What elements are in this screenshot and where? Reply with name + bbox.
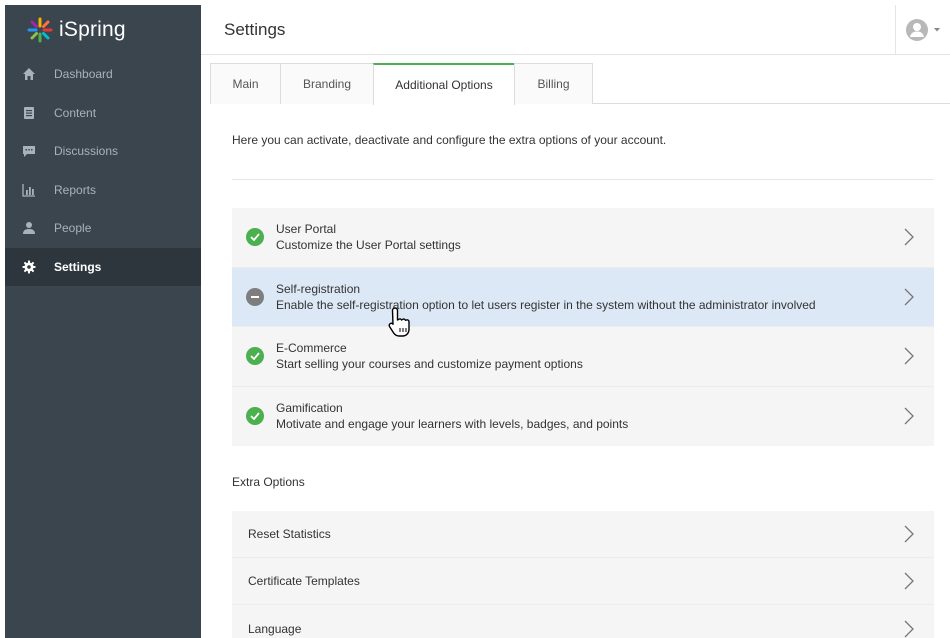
option-self-registration[interactable]: Self-registration Enable the self-regist… <box>232 267 934 327</box>
chevron-right-icon <box>904 525 914 543</box>
chevron-right-icon <box>904 572 914 590</box>
sidebar-item-reports[interactable]: Reports <box>5 171 201 210</box>
option-text: Gamification Motivate and engage your le… <box>276 400 934 432</box>
person-icon <box>22 221 36 235</box>
sidebar-item-label: Reports <box>54 182 97 197</box>
extra-language[interactable]: Language <box>232 605 934 638</box>
sidebar: iSpring Dashboard Content Discussions Re… <box>5 5 201 638</box>
intro-text: Here you can activate, deactivate and co… <box>232 133 667 147</box>
home-icon <box>22 67 36 81</box>
sidebar-item-label: Discussions <box>54 144 119 159</box>
disabled-minus-icon <box>246 287 264 306</box>
tab-branding[interactable]: Branding <box>280 63 374 104</box>
option-gamification[interactable]: Gamification Motivate and engage your le… <box>232 387 934 447</box>
extra-label: Certificate Templates <box>248 574 360 588</box>
sidebar-item-label: Content <box>54 105 97 120</box>
option-description: Enable the self-registration option to l… <box>276 297 816 312</box>
options-list: User Portal Customize the User Portal se… <box>232 208 934 446</box>
extra-certificate-templates[interactable]: Certificate Templates <box>232 558 934 605</box>
avatar-icon <box>906 19 928 41</box>
option-description: Customize the User Portal settings <box>276 238 461 253</box>
header: Settings <box>201 5 950 55</box>
user-menu[interactable] <box>895 5 950 55</box>
chevron-right-icon <box>904 288 914 306</box>
settings-tabs: Main Branding Additional Options Billing <box>210 63 950 105</box>
option-description: Start selling your courses and customize… <box>276 357 583 372</box>
sidebar-nav: Dashboard Content Discussions Reports Pe… <box>5 55 201 286</box>
tab-billing[interactable]: Billing <box>514 63 593 104</box>
enabled-check-icon <box>246 407 264 426</box>
extra-options-list: Reset Statistics Certificate Templates L… <box>232 511 934 638</box>
extra-label: Language <box>248 621 302 636</box>
extra-options-heading: Extra Options <box>232 475 305 489</box>
logo[interactable]: iSpring <box>5 5 201 55</box>
sidebar-item-content[interactable]: Content <box>5 94 201 133</box>
option-description: Motivate and engage your learners with l… <box>276 417 629 432</box>
option-text: Self-registration Enable the self-regist… <box>276 281 934 313</box>
page-title: Settings <box>224 19 286 39</box>
divider <box>232 179 934 180</box>
tab-main[interactable]: Main <box>210 63 281 104</box>
extra-reset-statistics[interactable]: Reset Statistics <box>232 511 934 558</box>
gear-icon <box>22 260 36 274</box>
option-title: User Portal <box>276 222 337 237</box>
chevron-right-icon <box>904 228 914 246</box>
option-e-commerce[interactable]: E-Commerce Start selling your courses an… <box>232 327 934 387</box>
sidebar-item-label: Dashboard <box>54 67 113 82</box>
caret-down-icon <box>934 28 940 32</box>
option-user-portal[interactable]: User Portal Customize the User Portal se… <box>232 208 934 268</box>
main-content: Here you can activate, deactivate and co… <box>232 104 934 638</box>
bar-chart-icon <box>22 183 36 197</box>
chat-icon <box>22 144 36 158</box>
document-icon <box>22 106 36 120</box>
sidebar-item-label: People <box>54 221 92 236</box>
extra-label: Reset Statistics <box>248 527 331 541</box>
option-title: E-Commerce <box>276 341 347 356</box>
option-title: Self-registration <box>276 281 361 296</box>
tab-additional-options[interactable]: Additional Options <box>373 63 515 105</box>
sidebar-item-discussions[interactable]: Discussions <box>5 132 201 171</box>
sidebar-item-settings[interactable]: Settings <box>5 247 201 286</box>
logo-text: iSpring <box>59 18 126 41</box>
option-text: E-Commerce Start selling your courses an… <box>276 340 934 372</box>
ispring-logo-icon <box>27 17 53 43</box>
sidebar-item-label: Settings <box>54 259 102 274</box>
enabled-check-icon <box>246 228 264 247</box>
option-title: Gamification <box>276 401 343 416</box>
sidebar-item-dashboard[interactable]: Dashboard <box>5 55 201 94</box>
sidebar-item-people[interactable]: People <box>5 209 201 248</box>
option-text: User Portal Customize the User Portal se… <box>276 221 934 253</box>
chevron-right-icon <box>904 620 914 637</box>
enabled-check-icon <box>246 347 264 366</box>
chevron-right-icon <box>904 347 914 365</box>
chevron-right-icon <box>904 407 914 425</box>
